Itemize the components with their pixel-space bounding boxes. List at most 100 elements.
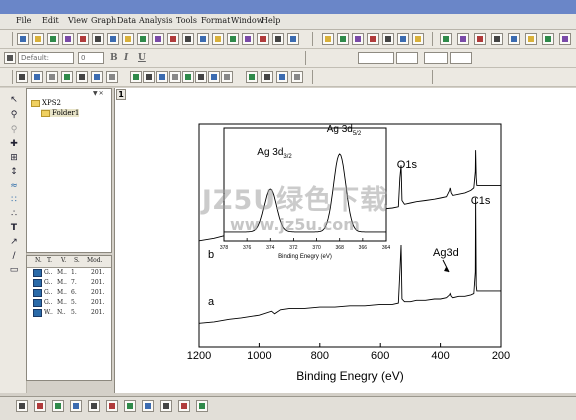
font-icon[interactable]: [4, 52, 16, 64]
toolbar-button-icon[interactable]: [142, 400, 154, 412]
menu-analysis[interactable]: Analysis: [139, 16, 173, 25]
file-row[interactable]: W.. N.. 5. 201.: [27, 308, 111, 318]
menu-format[interactable]: Format: [201, 16, 230, 25]
page-tab[interactable]: 1: [116, 89, 126, 100]
toolbar-button-icon[interactable]: [77, 33, 89, 45]
toolbar-button-icon[interactable]: [17, 33, 29, 45]
toolbar-button-icon[interactable]: [107, 33, 119, 45]
italic-button[interactable]: I: [124, 53, 128, 63]
toolbar-button-icon[interactable]: [227, 33, 239, 45]
toolbar-button-icon[interactable]: [167, 33, 179, 45]
toolbar-button-icon[interactable]: [32, 33, 44, 45]
line-width-combo[interactable]: [396, 52, 418, 64]
mask-icon[interactable]: ∴: [9, 208, 19, 220]
toolbar-button-icon[interactable]: [195, 71, 207, 83]
toolbar-button-icon[interactable]: [440, 33, 452, 45]
toolbar-button-icon[interactable]: [257, 33, 269, 45]
toolbar-button-icon[interactable]: [182, 33, 194, 45]
col-modified[interactable]: Mod.: [87, 257, 103, 264]
toolbar-button-icon[interactable]: [382, 33, 394, 45]
toolbar-button-icon[interactable]: [122, 33, 134, 45]
toolbar-button-icon[interactable]: [106, 400, 118, 412]
arrow-tool-icon[interactable]: ↗: [9, 236, 19, 248]
toolbar-button-icon[interactable]: [178, 400, 190, 412]
toolbar-button-icon[interactable]: [130, 71, 142, 83]
col-size[interactable]: S.: [74, 257, 80, 264]
toolbar-button-icon[interactable]: [491, 33, 503, 45]
toolbar-button-icon[interactable]: [88, 400, 100, 412]
toolbar-button-icon[interactable]: [287, 33, 299, 45]
toolbar-button-icon[interactable]: [106, 71, 118, 83]
toolbar-button-icon[interactable]: [16, 400, 28, 412]
file-row[interactable]: G.. M.. 5. 201.: [27, 298, 111, 308]
toolbar-button-icon[interactable]: [160, 400, 172, 412]
toolbar-button-icon[interactable]: [272, 33, 284, 45]
rectangle-tool-icon[interactable]: ▭: [9, 264, 19, 276]
file-row[interactable]: G.. M.. 7. 201.: [27, 278, 111, 288]
line-style-combo[interactable]: [358, 52, 394, 64]
data-selector-icon[interactable]: ↕: [9, 166, 19, 178]
toolbar-button-icon[interactable]: [152, 33, 164, 45]
tree-root[interactable]: XPS2: [31, 99, 61, 107]
file-row[interactable]: G.. M.. 1. 201.: [27, 268, 111, 278]
menu-data[interactable]: Data: [117, 16, 136, 25]
toolbar-button-icon[interactable]: [197, 33, 209, 45]
toolbar-button-icon[interactable]: [124, 400, 136, 412]
draw-data-icon[interactable]: ≈: [9, 180, 19, 192]
line-tool-icon[interactable]: ∕: [9, 250, 19, 262]
toolbar-button-icon[interactable]: [212, 33, 224, 45]
data-reader-icon[interactable]: ⊞: [9, 152, 19, 164]
menu-graph[interactable]: Graph: [91, 16, 116, 25]
zoom-out-icon[interactable]: ⚲: [9, 124, 19, 136]
toolbar-button-icon[interactable]: [34, 400, 46, 412]
toolbar-button-icon[interactable]: [46, 71, 58, 83]
toolbar-button-icon[interactable]: [169, 71, 181, 83]
menu-view[interactable]: View: [68, 16, 88, 25]
toolbar-button-icon[interactable]: [508, 33, 520, 45]
toolbar-button-icon[interactable]: [61, 71, 73, 83]
menu-tools[interactable]: Tools: [176, 16, 197, 25]
col-view[interactable]: V.: [61, 257, 66, 264]
toolbar-button-icon[interactable]: [76, 71, 88, 83]
underline-button[interactable]: U: [138, 53, 146, 63]
toolbar-button-icon[interactable]: [156, 71, 168, 83]
toolbar-button-icon[interactable]: [559, 33, 571, 45]
toolbar-button-icon[interactable]: [208, 71, 220, 83]
text-tool-icon[interactable]: T: [9, 222, 19, 234]
toolbar-button-icon[interactable]: [542, 33, 554, 45]
toolbar-button-icon[interactable]: [62, 33, 74, 45]
toolbar-button-icon[interactable]: [246, 71, 258, 83]
toolbar-button-icon[interactable]: [242, 33, 254, 45]
toolbar-button-icon[interactable]: [70, 400, 82, 412]
toolbar-button-icon[interactable]: [474, 33, 486, 45]
toolbar-button-icon[interactable]: [196, 400, 208, 412]
toolbar-button-icon[interactable]: [16, 71, 28, 83]
pointer-icon[interactable]: ↖: [9, 94, 19, 106]
font-combo[interactable]: Default:: [18, 52, 74, 64]
toolbar-button-icon[interactable]: [52, 400, 64, 412]
toolbar-button-icon[interactable]: [92, 33, 104, 45]
bold-button[interactable]: B: [110, 53, 118, 63]
toolbar-button-icon[interactable]: [525, 33, 537, 45]
pattern-combo[interactable]: [450, 52, 472, 64]
toolbar-button-icon[interactable]: [457, 33, 469, 45]
menu-file[interactable]: File: [16, 16, 31, 25]
toolbar-button-icon[interactable]: [291, 71, 303, 83]
toolbar-button-icon[interactable]: [352, 33, 364, 45]
toolbar-button-icon[interactable]: [91, 71, 103, 83]
toolbar-button-icon[interactable]: [322, 33, 334, 45]
toolbar-button-icon[interactable]: [367, 33, 379, 45]
zoom-in-icon[interactable]: ⚲: [9, 109, 19, 121]
toolbar-button-icon[interactable]: [261, 71, 273, 83]
toolbar-button-icon[interactable]: [137, 33, 149, 45]
toolbar-button-icon[interactable]: [143, 71, 155, 83]
tree-folder1[interactable]: Folder1: [41, 109, 80, 117]
col-type[interactable]: T.: [47, 257, 52, 264]
toolbar-button-icon[interactable]: [337, 33, 349, 45]
toolbar-button-icon[interactable]: [276, 71, 288, 83]
size-combo[interactable]: 0: [78, 52, 104, 64]
menu-edit[interactable]: Edit: [42, 16, 59, 25]
toolbar-button-icon[interactable]: [412, 33, 424, 45]
toolbar-button-icon[interactable]: [47, 33, 59, 45]
screen-reader-icon[interactable]: ✚: [9, 138, 19, 150]
